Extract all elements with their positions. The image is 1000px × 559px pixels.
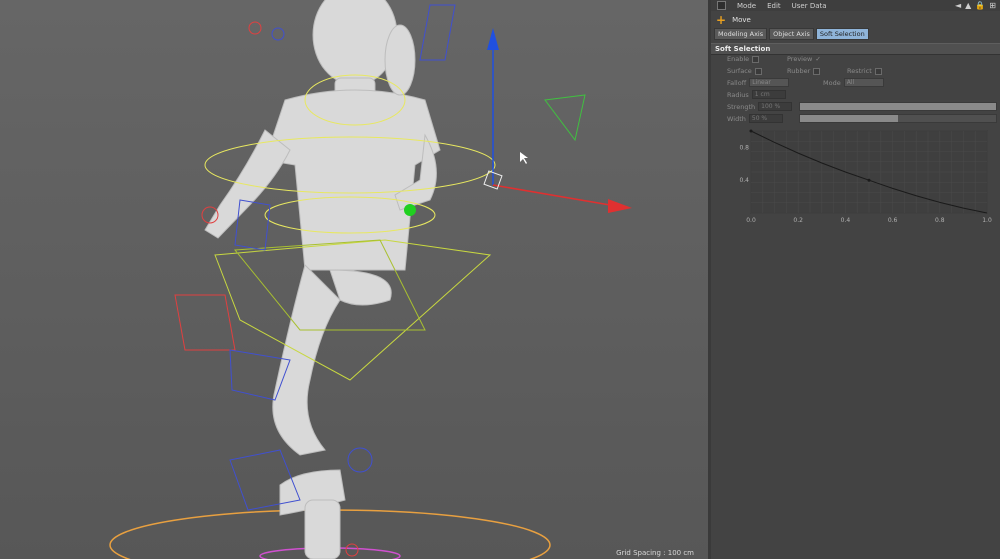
restrict-row: Restrict bbox=[847, 67, 882, 75]
menu-edit[interactable]: Edit bbox=[767, 2, 781, 10]
falloff-point-mid bbox=[867, 178, 871, 182]
falloff-point-start bbox=[749, 129, 753, 133]
enable-label: Enable bbox=[727, 55, 750, 63]
tool-tabs: Modeling Axis Object Axis Soft Selection bbox=[711, 28, 1000, 40]
menu-mode[interactable]: Mode bbox=[737, 2, 756, 10]
falloff-dropdown[interactable]: Linear bbox=[749, 78, 790, 87]
menu-user-data[interactable]: User Data bbox=[792, 2, 827, 10]
attribute-menubar: Mode Edit User Data ◄ ▲ 🔒 ⊞ bbox=[711, 0, 1000, 11]
move-tool-icon: + bbox=[716, 13, 727, 27]
grid-spacing-label: Grid Spacing : 100 cm bbox=[616, 549, 694, 557]
up-arrow-icon[interactable]: ▲ bbox=[965, 1, 971, 10]
surface-row: Surface bbox=[727, 67, 762, 75]
tool-header: + Move bbox=[711, 13, 1000, 27]
attribute-manager: Mode Edit User Data ◄ ▲ 🔒 ⊞ + Move Model… bbox=[711, 0, 1000, 559]
panel-menu-square-icon[interactable] bbox=[717, 1, 726, 10]
restrict-label: Restrict bbox=[847, 67, 872, 75]
3d-viewport[interactable]: Grid Spacing : 100 cm bbox=[0, 0, 708, 559]
section-header[interactable]: Soft Selection bbox=[711, 43, 1000, 55]
mode-dropdown[interactable]: All bbox=[843, 78, 884, 87]
strength-field[interactable]: 100 % bbox=[758, 102, 793, 111]
back-arrow-icon[interactable]: ◄ bbox=[955, 1, 961, 10]
graph-x-tick: 0.8 bbox=[935, 217, 945, 224]
rubber-row: Rubber bbox=[787, 67, 821, 75]
graph-y-tick: 0.4 bbox=[739, 177, 749, 184]
surface-checkbox[interactable] bbox=[754, 67, 762, 75]
new-panel-icon[interactable]: ⊞ bbox=[989, 1, 996, 10]
graph-x-tick: 0.6 bbox=[888, 217, 898, 224]
radius-row: Radius 1 cm bbox=[727, 90, 786, 99]
tool-name: Move bbox=[732, 16, 751, 24]
rubber-label: Rubber bbox=[787, 67, 811, 75]
preview-label: Preview bbox=[787, 55, 813, 63]
mode-label: Mode bbox=[823, 78, 841, 87]
falloff-graph-svg[interactable]: 0.0 0.2 0.4 0.6 0.8 1.0 0.4 0.8 bbox=[735, 125, 999, 225]
enable-checkbox[interactable] bbox=[752, 55, 760, 63]
mouse-cursor-icon bbox=[520, 152, 528, 164]
strength-slider-track[interactable] bbox=[799, 102, 997, 111]
radius-field[interactable]: 1 cm bbox=[751, 90, 786, 99]
lock-icon[interactable]: 🔒 bbox=[975, 1, 985, 10]
strength-label: Strength bbox=[727, 102, 756, 111]
restrict-checkbox[interactable] bbox=[874, 67, 882, 75]
graph-y-tick: 0.8 bbox=[739, 144, 749, 151]
character-model[interactable] bbox=[204, 0, 441, 559]
graph-x-tick: 0.2 bbox=[793, 217, 803, 224]
nav-controls: ◄ ▲ 🔒 ⊞ bbox=[955, 1, 996, 10]
strength-row: Strength 100 % bbox=[727, 102, 793, 111]
tab-object-axis[interactable]: Object Axis bbox=[769, 28, 814, 40]
width-slider-track[interactable] bbox=[799, 114, 997, 123]
strength-slider-fill bbox=[800, 103, 996, 110]
tab-modeling-axis[interactable]: Modeling Axis bbox=[714, 28, 768, 40]
graph-x-tick: 1.0 bbox=[982, 217, 992, 224]
radius-label: Radius bbox=[727, 90, 749, 99]
graph-x-tick: 0.4 bbox=[841, 217, 851, 224]
falloff-row: Falloff Linear bbox=[727, 78, 790, 87]
move-gizmo[interactable] bbox=[404, 28, 632, 216]
viewport-scene[interactable] bbox=[0, 0, 708, 559]
enable-row: Enable bbox=[727, 55, 760, 63]
graph-x-tick: 0.0 bbox=[746, 217, 756, 224]
rubber-checkbox[interactable] bbox=[813, 67, 821, 75]
preview-checkbox[interactable]: ✓ bbox=[815, 55, 820, 63]
mode-row: Mode All bbox=[823, 78, 884, 87]
preview-row: Preview ✓ bbox=[787, 55, 821, 63]
tab-soft-selection[interactable]: Soft Selection bbox=[815, 28, 869, 40]
width-row: Width 50 % bbox=[727, 114, 783, 123]
falloff-label: Falloff bbox=[727, 78, 747, 87]
width-slider-fill bbox=[800, 115, 898, 122]
falloff-graph[interactable]: 0.0 0.2 0.4 0.6 0.8 1.0 0.4 0.8 bbox=[735, 125, 999, 225]
width-field[interactable]: 50 % bbox=[748, 114, 783, 123]
surface-label: Surface bbox=[727, 67, 752, 75]
width-label: Width bbox=[727, 114, 746, 123]
